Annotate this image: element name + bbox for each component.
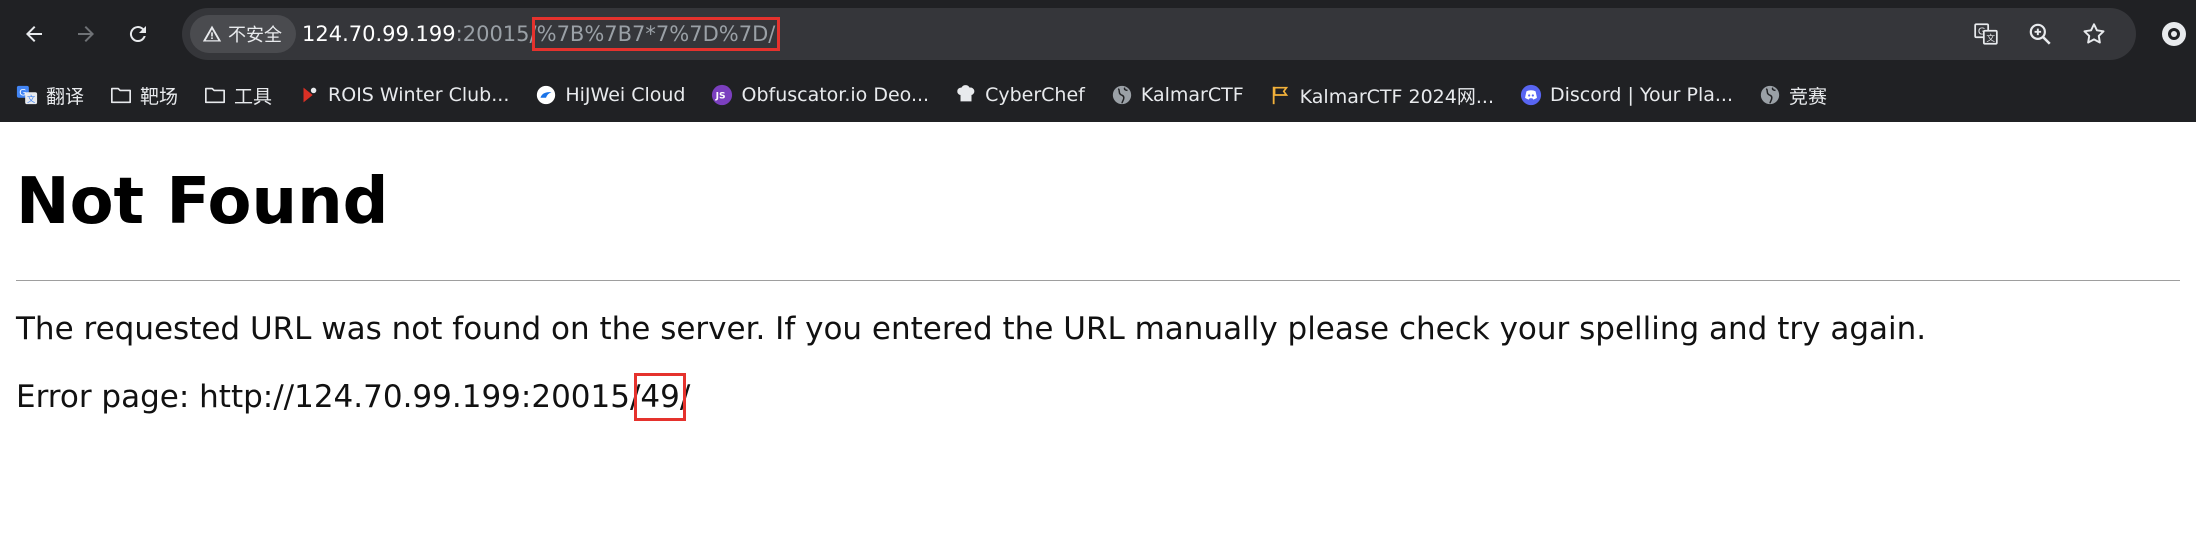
bookmark-contest[interactable]: 竞赛 [1759, 82, 1827, 109]
divider [16, 280, 2180, 281]
folder-icon [205, 87, 226, 104]
bookmark-label: 翻译 [46, 85, 85, 108]
bookmark-label: HiJWei Cloud [565, 84, 686, 106]
bookmarks-bar: G文 翻译 靶场 工具 ROIS Winter Club... HiJWei C… [0, 68, 2196, 122]
error-message: The requested URL was not found on the s… [16, 311, 1927, 347]
rois-icon [303, 87, 317, 103]
extension-button[interactable] [2158, 18, 2190, 50]
svg-text:文: 文 [27, 94, 35, 104]
svg-text:文: 文 [1986, 32, 1995, 44]
back-arrow-icon [26, 26, 42, 42]
bookmark-label: Obfuscator.io Deo... [741, 84, 930, 106]
bookmark-translate[interactable]: G文 翻译 [16, 82, 84, 109]
translate-icon: G文 [1974, 23, 1998, 45]
bookmark-hijwei[interactable]: HiJWei Cloud [535, 84, 685, 106]
bookmark-folder-tools[interactable]: 工具 [204, 82, 272, 109]
bookmark-folder-targets[interactable]: 靶场 [110, 82, 178, 109]
bookmark-kalmarctf[interactable]: KalmarCTF [1111, 84, 1244, 106]
error-page-line: Error page: http://124.70.99.199:20015/4… [16, 373, 2180, 421]
bookmark-label: KalmarCTF 2024网... [1299, 85, 1494, 108]
url-text[interactable]: 124.70.99.199:20015/%7B%7B7*7%7D%7D/ [302, 8, 781, 60]
bookmark-label: KalmarCTF [1140, 84, 1244, 106]
url-host: 124.70.99.199 [302, 22, 456, 46]
translate-icon: G文 [16, 85, 38, 105]
bookmark-discord[interactable]: Discord | Your Pla... [1520, 84, 1733, 106]
security-chip[interactable]: 不安全 [190, 15, 296, 53]
bookmark-rois[interactable]: ROIS Winter Club... [298, 84, 509, 106]
bookmark-label: 靶场 [140, 85, 179, 108]
bookmark-star-button[interactable] [2078, 18, 2110, 50]
cloud-icon [537, 85, 556, 105]
bookmark-kalmarctf-2024[interactable]: KalmarCTF 2024网... [1270, 82, 1494, 109]
warning-icon [202, 25, 222, 42]
js-icon: JS [712, 84, 733, 106]
chef-icon [957, 85, 975, 102]
forward-button[interactable] [64, 12, 108, 56]
globe-icon [1760, 85, 1780, 105]
error-value-highlight: 49 [634, 373, 686, 421]
forward-arrow-icon [78, 26, 94, 42]
bookmark-label: 竞赛 [1788, 85, 1827, 108]
folder-icon [111, 87, 132, 104]
svg-text:JS: JS [715, 91, 726, 102]
bookmark-label: CyberChef [985, 84, 1085, 106]
reload-button[interactable] [116, 12, 160, 56]
security-label: 不安全 [228, 25, 282, 46]
translate-page-button[interactable]: G文 [1970, 18, 2002, 50]
star-icon [2083, 23, 2105, 44]
discord-icon [1520, 84, 1542, 106]
bookmark-label: Discord | Your Pla... [1549, 84, 1733, 106]
extension-icon [2162, 22, 2186, 46]
page-content: Not Found The requested URL was not foun… [0, 122, 2196, 421]
address-bar[interactable]: 不安全 124.70.99.199:20015/%7B%7B7*7%7D%7D/… [182, 8, 2136, 60]
zoom-icon [2029, 23, 2051, 45]
globe-icon [1112, 85, 1132, 105]
bookmark-obfuscator[interactable]: JS Obfuscator.io Deo... [711, 84, 929, 106]
url-port: :20015 [455, 22, 530, 46]
flag-icon [1272, 86, 1288, 105]
bookmark-label: 工具 [234, 85, 273, 108]
url-path-highlight: %7B%7B7*7%7D%7D/ [531, 17, 781, 51]
reload-icon [129, 26, 146, 43]
error-page-prefix: Error page: http://124.70.99.199:20015/ [16, 379, 641, 415]
error-page-suffix: / [679, 379, 691, 415]
back-button[interactable] [12, 12, 56, 56]
bookmark-cyberchef[interactable]: CyberChef [955, 84, 1085, 106]
bookmark-label: ROIS Winter Club... [328, 84, 510, 106]
zoom-button[interactable] [2024, 18, 2056, 50]
url-slash: / [529, 22, 537, 46]
page-title: Not Found [16, 165, 389, 239]
browser-chrome: 不安全 124.70.99.199:20015/%7B%7B7*7%7D%7D/… [0, 0, 2196, 122]
browser-toolbar: 不安全 124.70.99.199:20015/%7B%7B7*7%7D%7D/… [0, 0, 2196, 68]
